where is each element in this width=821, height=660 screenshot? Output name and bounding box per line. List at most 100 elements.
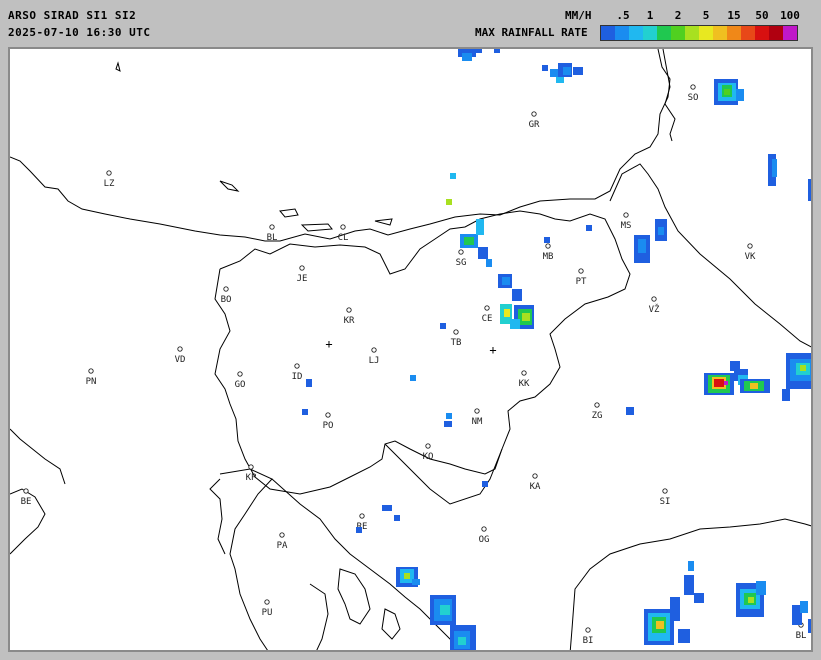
rain-cell bbox=[808, 619, 811, 633]
rain-cell bbox=[782, 389, 790, 401]
legend-color-scale bbox=[600, 25, 798, 41]
island-cres bbox=[309, 583, 329, 650]
city-marker-icon bbox=[484, 305, 490, 311]
rain-cell-rab bbox=[396, 567, 420, 587]
rain-cell-ms bbox=[634, 219, 667, 263]
city-label: KK bbox=[519, 379, 530, 389]
legend-label: 2 bbox=[674, 9, 682, 22]
rain-cell-bi-2 bbox=[684, 561, 704, 603]
city-label: KA bbox=[530, 482, 541, 492]
city-label: NM bbox=[472, 417, 483, 427]
rain-cell-north-2 bbox=[542, 63, 583, 83]
city-label: BL bbox=[267, 233, 278, 243]
city-marker-icon bbox=[585, 627, 591, 633]
city-marker-icon bbox=[340, 224, 346, 230]
rain-cell bbox=[464, 237, 474, 245]
city-label: KR bbox=[344, 316, 355, 326]
rain-cell-mb bbox=[544, 225, 592, 243]
legend-label: 5 bbox=[702, 9, 710, 22]
rain-cell bbox=[808, 179, 811, 201]
lake-3 bbox=[300, 223, 333, 232]
legend-swatch bbox=[629, 26, 643, 40]
rain-cell bbox=[512, 289, 522, 301]
lake-2 bbox=[279, 208, 299, 218]
legend-label: 50 bbox=[755, 9, 769, 22]
city-marker-icon bbox=[264, 599, 270, 605]
city-label: GO bbox=[235, 380, 246, 390]
radar-viewer: ARSO SIRAD SI1 SI2 2025-07-10 16:30 UTC … bbox=[0, 0, 821, 660]
rain-cell bbox=[626, 407, 634, 415]
city-marker-icon bbox=[371, 347, 377, 353]
city-label: BI bbox=[583, 636, 594, 646]
city-label: SG bbox=[456, 258, 467, 268]
legend-swatch bbox=[699, 26, 713, 40]
rain-cell bbox=[394, 515, 400, 521]
rain-cell bbox=[724, 381, 728, 385]
border-east-top bbox=[662, 49, 676, 142]
city-label: BE bbox=[21, 497, 32, 507]
coastline-istria bbox=[219, 468, 273, 650]
rain-cell bbox=[694, 593, 704, 603]
island-krk bbox=[337, 568, 371, 625]
city-marker-icon bbox=[346, 307, 352, 313]
legend-label: 100 bbox=[780, 9, 800, 22]
city-label: OG bbox=[479, 535, 490, 545]
rain-cell bbox=[656, 621, 664, 629]
rain-cell-south-east bbox=[736, 581, 766, 617]
rain-cell bbox=[482, 481, 488, 487]
city-label: LJ bbox=[369, 356, 380, 366]
rain-cell-north bbox=[458, 49, 500, 61]
cross-marker-icon: + bbox=[489, 343, 496, 357]
rain-cell bbox=[756, 581, 766, 595]
rain-cell bbox=[410, 375, 416, 381]
rain-cell-bl bbox=[792, 601, 811, 633]
rain-cell bbox=[446, 413, 452, 419]
legend-swatch bbox=[615, 26, 629, 40]
lake-4 bbox=[374, 218, 393, 226]
rain-cell-zg-east bbox=[704, 361, 770, 395]
city-label: CL bbox=[338, 233, 349, 243]
legend-swatch bbox=[727, 26, 741, 40]
legend-swatch bbox=[643, 26, 657, 40]
city-marker-icon bbox=[299, 265, 305, 271]
rain-cell bbox=[382, 505, 392, 511]
city-label: JE bbox=[297, 274, 308, 284]
rain-cell bbox=[563, 67, 571, 75]
city-label: KP bbox=[246, 473, 257, 483]
city-marker-icon bbox=[269, 224, 275, 230]
rain-cell-south-scatter bbox=[356, 481, 488, 533]
coast-west-jag bbox=[10, 428, 66, 485]
city-marker-icon bbox=[594, 402, 600, 408]
city-label: LZ bbox=[104, 179, 115, 189]
city-label: PT bbox=[576, 277, 587, 287]
rain-cell bbox=[688, 561, 694, 571]
city-marker-icon bbox=[359, 513, 365, 519]
rain-cell bbox=[748, 597, 754, 603]
city-marker-icon bbox=[474, 408, 480, 414]
city-marker-icon bbox=[177, 346, 183, 352]
rain-cell bbox=[446, 199, 452, 205]
city-marker-icon bbox=[531, 111, 537, 117]
coastline-croatia bbox=[271, 478, 462, 650]
rain-cell bbox=[544, 237, 550, 243]
city-marker-icon bbox=[325, 412, 331, 418]
city-marker-icon bbox=[279, 532, 285, 538]
rain-cell bbox=[638, 239, 646, 253]
radar-map[interactable]: GR SO LZ BL CL MS VK MB SG JE PT BO KR CE VŽ TB VD LJ PN ID… bbox=[8, 47, 813, 652]
rain-cell bbox=[356, 527, 362, 533]
city-label: CE bbox=[482, 314, 493, 324]
city-label: PO bbox=[323, 421, 334, 431]
city-marker-icon bbox=[651, 296, 657, 302]
city-label: SO bbox=[688, 93, 699, 103]
city-label: PU bbox=[262, 608, 273, 618]
city-marker-icon bbox=[453, 329, 459, 335]
rain-cell bbox=[772, 159, 777, 177]
city-marker-icon bbox=[425, 443, 431, 449]
legend-title: MAX RAINFALL RATE bbox=[475, 26, 588, 39]
city-label: MB bbox=[543, 252, 554, 262]
product-title: ARSO SIRAD SI1 SI2 bbox=[8, 9, 137, 22]
city-marker-icon bbox=[248, 464, 254, 470]
city-label: SI bbox=[660, 497, 671, 507]
map-canvas: GR SO LZ BL CL MS VK MB SG JE PT BO KR CE VŽ TB VD LJ PN ID… bbox=[10, 49, 811, 650]
rain-cell bbox=[678, 629, 690, 643]
